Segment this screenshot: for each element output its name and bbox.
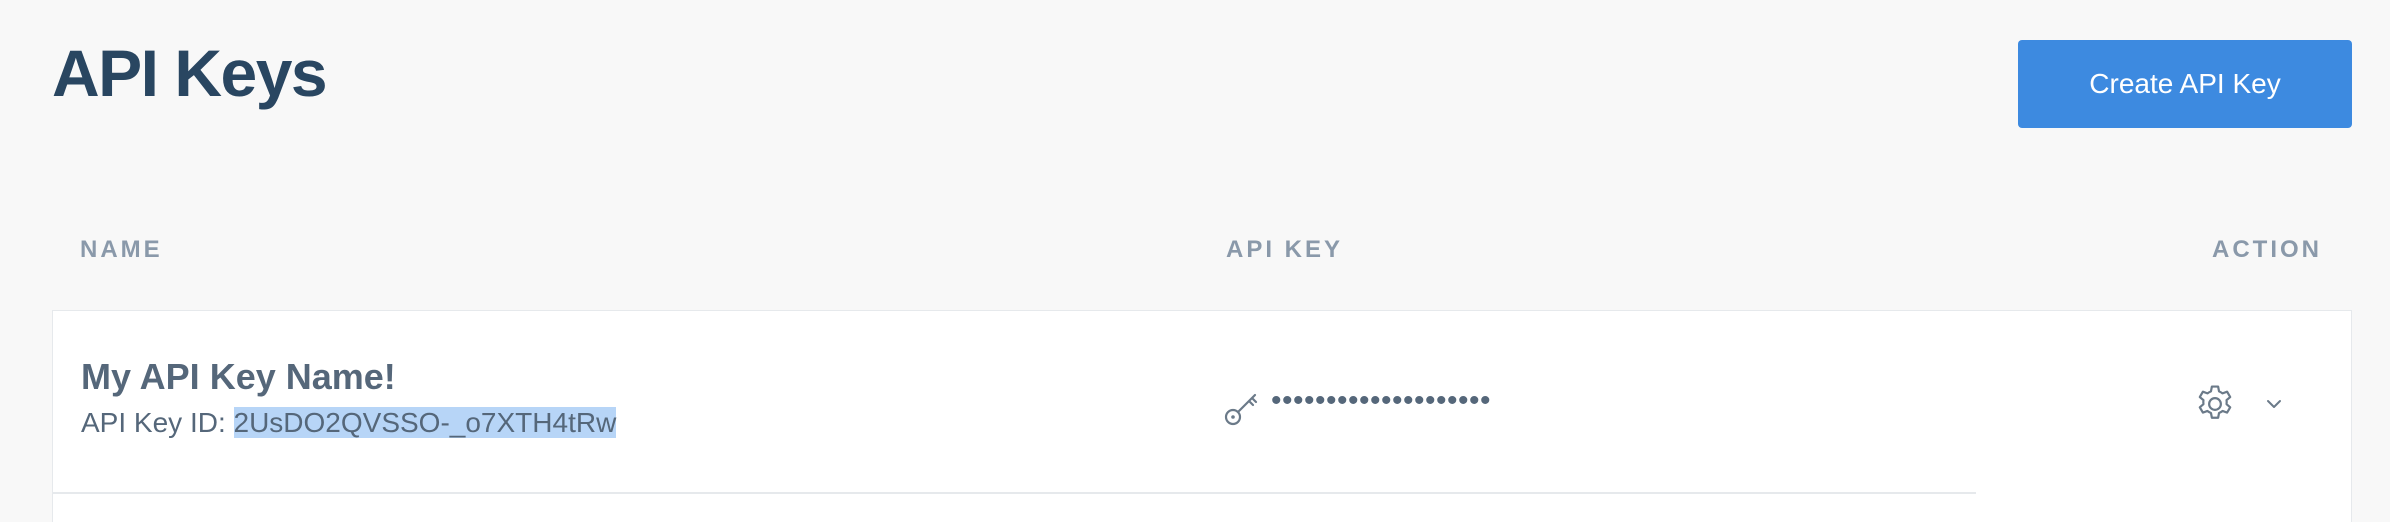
row-divider [52,492,1976,494]
column-header-name: NAME [80,236,163,263]
api-key-name: My API Key Name! [81,356,396,397]
page-title: API Keys [52,36,328,110]
column-header-action: ACTION [2212,236,2322,263]
create-api-key-button[interactable]: Create API Key [2018,40,2352,128]
chevron-down-icon[interactable] [2263,393,2285,415]
api-key-id-line: API Key ID: 2UsDO2QVSSO-_o7XTH4tRw [81,407,617,439]
gear-icon[interactable] [2193,382,2237,426]
key-icon [1224,393,1258,426]
api-key-id-label: API Key ID: [81,407,234,438]
api-key-id-value[interactable]: 2UsDO2QVSSO-_o7XTH4tRw [233,407,617,438]
column-header-api-key: API KEY [1226,236,1344,263]
masked-api-key: •••••••••••••••••••• [1271,384,1492,417]
table-row: My API Key Name! API Key ID: 2UsDO2QVSSO… [52,310,2352,522]
api-keys-page: API Keys Create API Key NAME API KEY ACT… [0,0,2390,522]
